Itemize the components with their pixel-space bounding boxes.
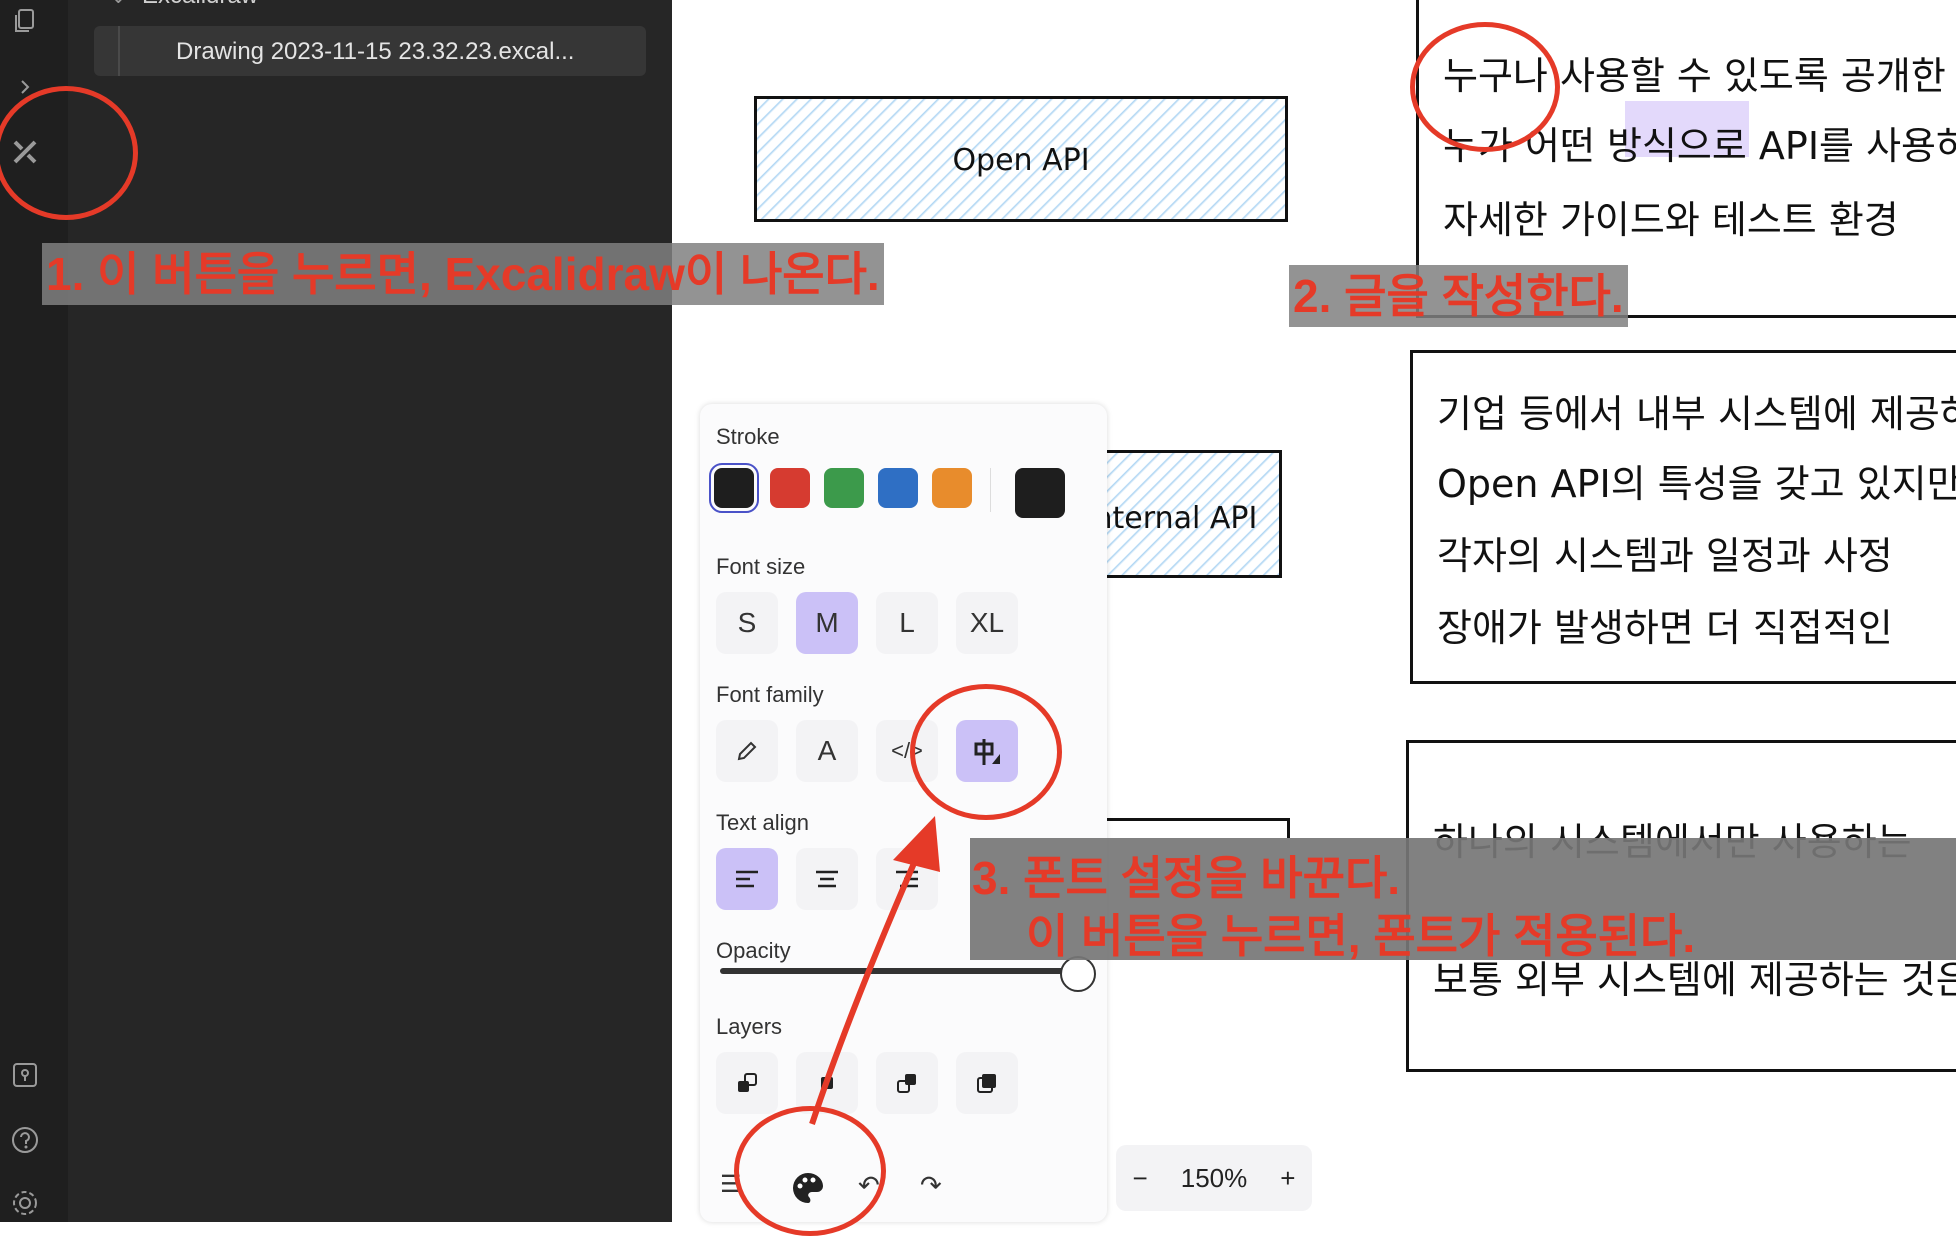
annotation-arrow (809, 816, 940, 1125)
